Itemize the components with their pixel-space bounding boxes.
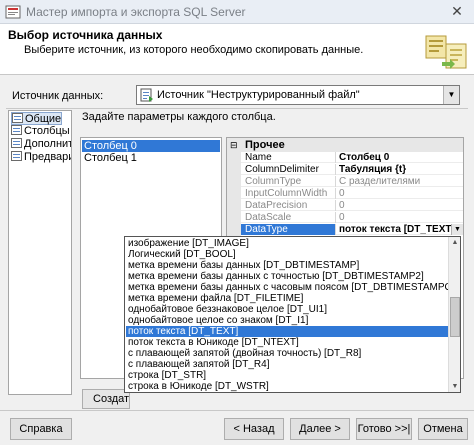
dropdown-option[interactable]: Логический [DT_BOOL]	[126, 249, 448, 260]
property-value: 0	[339, 188, 345, 199]
sidebar-item-label: Общие	[25, 113, 62, 125]
collapse-icon[interactable]: ⊟	[230, 140, 238, 151]
chevron-down-icon[interactable]: ▼	[451, 224, 463, 235]
sidebar-item-label: Дополните	[24, 138, 71, 150]
sidebar-item-advanced[interactable]: Дополните	[11, 138, 71, 151]
property-name: InputColumnWidth	[245, 188, 328, 199]
property-row[interactable]: ColumnDelimiter Табуляция {t}	[241, 164, 463, 175]
wizard-header: Выбор источника данных Выберите источник…	[0, 24, 474, 75]
page-icon	[11, 151, 22, 161]
import-export-wizard-art	[425, 35, 467, 69]
property-category-label: Прочее	[245, 139, 285, 151]
property-name: DataPrecision	[245, 200, 308, 211]
divider	[0, 410, 474, 411]
dropdown-option[interactable]: строка в Юникоде [DT_WSTR]	[126, 381, 448, 392]
dropdown-option[interactable]: однобайтовое беззнаковое целое [DT_UI1]	[126, 304, 448, 315]
chevron-down-icon[interactable]: ▼	[443, 86, 459, 104]
property-value: 0	[339, 200, 345, 211]
page-icon	[11, 138, 22, 148]
property-value[interactable]: Табуляция {t}	[339, 164, 406, 175]
scroll-down-icon[interactable]: ▼	[449, 381, 460, 392]
property-row[interactable]: ColumnType С разделителями	[241, 176, 463, 187]
property-category[interactable]: ⊟ Прочее	[227, 138, 463, 152]
property-row[interactable]: Name Столбец 0	[241, 152, 463, 163]
dropdown-option[interactable]: метка времени базы данных с часовым пояс…	[126, 282, 448, 293]
datatype-value[interactable]: поток текста [DT_TEXT]	[339, 224, 455, 235]
property-value: 0	[339, 212, 345, 223]
property-value: С разделителями	[339, 176, 421, 187]
divider	[335, 200, 336, 211]
instruction-text: Задайте параметры каждого столбца.	[82, 111, 276, 123]
dropdown-option[interactable]: с плавающей запятой [DT_R4]	[126, 359, 448, 370]
divider	[335, 152, 336, 163]
dropdown-option[interactable]: с плавающей запятой (двойная точность) […	[126, 348, 448, 359]
property-name: DataType	[241, 224, 335, 235]
finish-button[interactable]: Готово >>|	[356, 418, 412, 440]
scrollbar-thumb[interactable]	[450, 297, 460, 337]
property-row[interactable]: InputColumnWidth 0	[241, 188, 463, 199]
property-name: ColumnDelimiter	[245, 164, 319, 175]
dropdown-option[interactable]: строка [DT_STR]	[126, 370, 448, 381]
sidebar-nav: Общие Столбцы Дополните Предварит	[8, 110, 72, 395]
datatype-dropdown-list[interactable]: изображение [DT_IMAGE] Логический [DT_BO…	[124, 236, 461, 393]
divider	[335, 224, 336, 235]
divider	[6, 108, 468, 109]
next-button[interactable]: Далее >	[290, 418, 350, 440]
dropdown-option[interactable]: изображение [DT_IMAGE]	[126, 238, 448, 249]
page-title: Выбор источника данных	[8, 28, 163, 42]
property-row[interactable]: DataScale 0	[241, 212, 463, 223]
back-button[interactable]: < Назад	[224, 418, 284, 440]
dropdown-option[interactable]: однобайтовое целое со знаком [DT_I1]	[126, 315, 448, 326]
datasource-value: Источник "Неструктурированный файл"	[157, 89, 360, 101]
dropdown-option[interactable]: поток текста в Юникоде [DT_NTEXT]	[126, 337, 448, 348]
property-row[interactable]: DataPrecision 0	[241, 200, 463, 211]
datasource-label: Источник данных:	[12, 90, 104, 102]
dropdown-scrollbar[interactable]: ▲ ▼	[448, 237, 460, 392]
sidebar-item-columns[interactable]: Столбцы	[11, 125, 70, 138]
divider	[335, 176, 336, 187]
datasource-select[interactable]: Источник "Неструктурированный файл" ▼	[136, 85, 460, 105]
page-icon	[11, 125, 22, 135]
dropdown-option[interactable]: метка времени базы данных [DT_DBTIMESTAM…	[126, 260, 448, 271]
cancel-button[interactable]: Отмена	[418, 418, 468, 440]
sidebar-item-general[interactable]: Общие	[11, 112, 63, 125]
list-item[interactable]: Столбец 1	[82, 152, 220, 164]
title-bar: Мастер импорта и экспорта SQL Server ✕	[0, 0, 474, 24]
help-button[interactable]: Справка	[10, 418, 72, 440]
property-name: Name	[245, 152, 272, 163]
divider	[335, 164, 336, 175]
sidebar-item-preview[interactable]: Предварит	[11, 151, 71, 164]
property-row[interactable]: DataType поток текста [DT_TEXT] ▼	[241, 224, 463, 235]
window-title: Мастер импорта и экспорта SQL Server	[26, 5, 246, 19]
list-item[interactable]: Столбец 0	[82, 140, 220, 152]
close-icon[interactable]: ✕	[446, 3, 468, 20]
scroll-up-icon[interactable]: ▲	[449, 237, 460, 248]
divider	[335, 212, 336, 223]
property-name: DataScale	[245, 212, 292, 223]
page-icon	[12, 113, 23, 123]
dropdown-option-selected[interactable]: поток текста [DT_TEXT]	[126, 326, 448, 337]
dropdown-option[interactable]: метка времени файла [DT_FILETIME]	[126, 293, 448, 304]
sql-server-wizard-icon	[5, 5, 21, 19]
property-name: ColumnType	[245, 176, 302, 187]
sidebar-item-label: Предварит	[24, 151, 71, 163]
sidebar-item-label: Столбцы	[24, 125, 70, 137]
flat-file-source-icon	[140, 88, 153, 102]
dropdown-option[interactable]: метка времени базы данных с точностью [D…	[126, 271, 448, 282]
page-subtitle: Выберите источник, из которого необходим…	[24, 44, 364, 56]
create-button[interactable]: Создат	[82, 389, 130, 409]
property-value[interactable]: Столбец 0	[339, 152, 389, 163]
divider	[335, 188, 336, 199]
